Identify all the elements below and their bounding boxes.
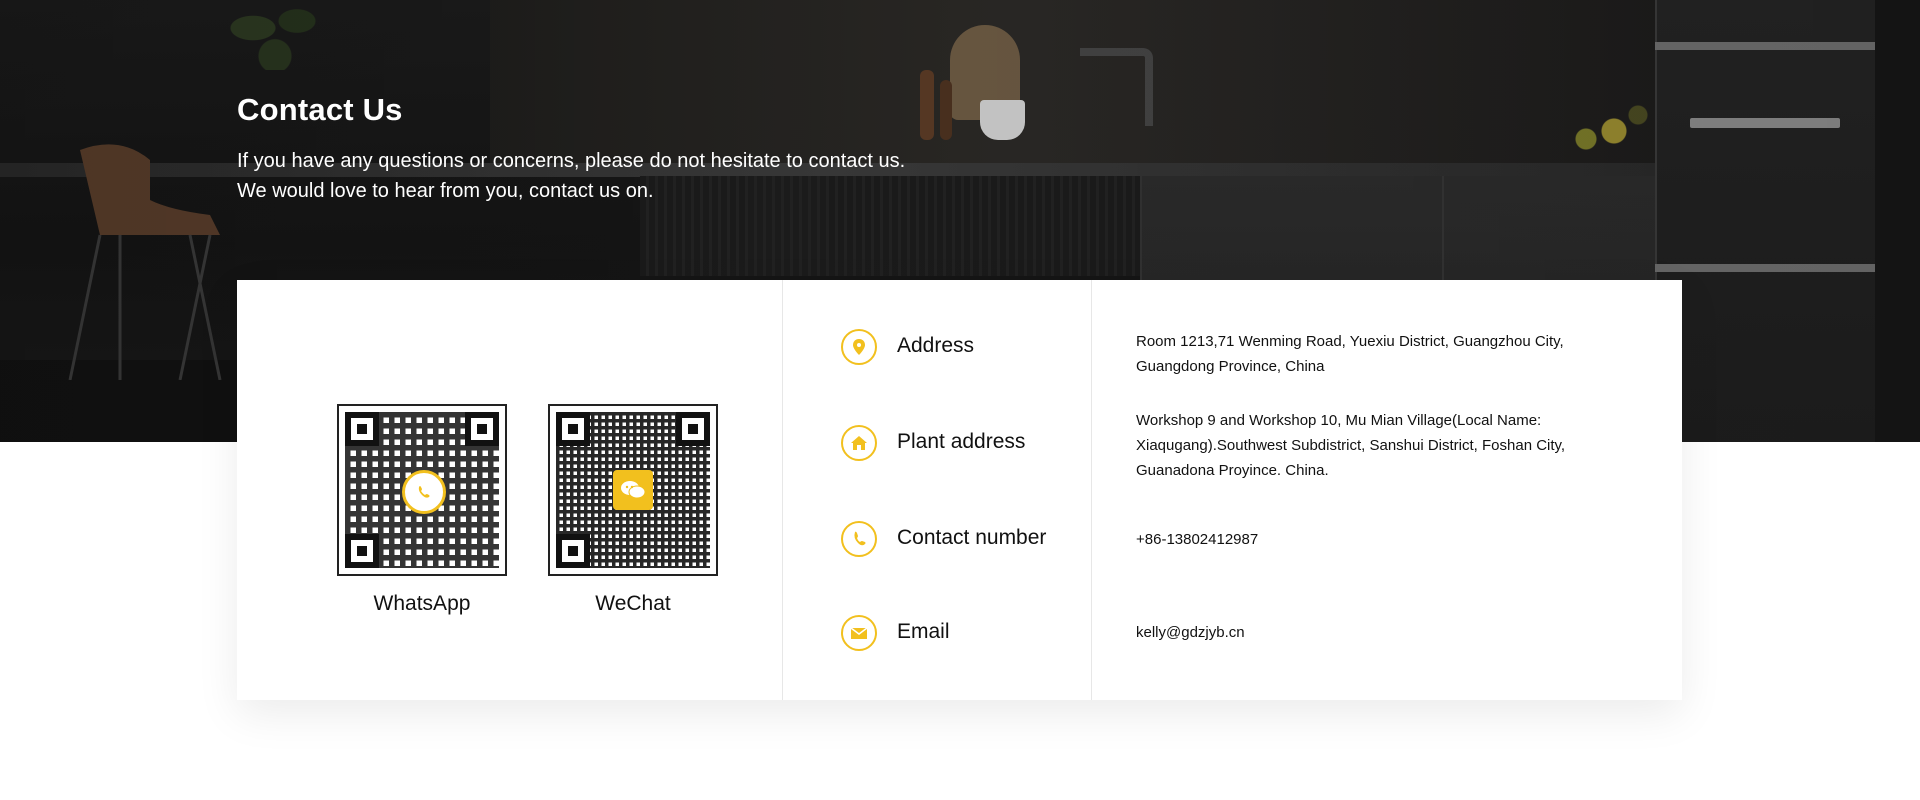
address-value: Room 1213,71 Wenming Road, Yuexiu Distri…: [1136, 333, 1564, 375]
plant-address-label: Plant address: [897, 430, 1026, 453]
qr-finder: [556, 534, 590, 568]
contact-number-label: Contact number: [897, 526, 1047, 549]
page-title: Contact Us: [237, 92, 403, 127]
phone-icon: [841, 521, 877, 557]
hero-subtitle-line-1: If you have any questions or concerns, p…: [237, 150, 906, 172]
location-pin-icon: [841, 329, 877, 365]
plant-address-value: Workshop 9 and Workshop 10, Mu Mian Vill…: [1136, 412, 1566, 479]
qr-finder: [345, 412, 379, 446]
whatsapp-qr-code: [337, 404, 507, 576]
wechat-qr: WeChat: [548, 404, 718, 616]
hero-text: Contact Us If you have any questions or …: [237, 92, 905, 206]
wechat-qr-code: [548, 404, 718, 576]
wechat-icon: [613, 470, 653, 510]
email-label: Email: [897, 620, 950, 643]
qr-finder: [345, 534, 379, 568]
wechat-label: WeChat: [595, 592, 671, 615]
qr-finder: [556, 412, 590, 446]
qr-code-section: WhatsApp WeChat: [237, 280, 783, 700]
qr-finder: [676, 412, 710, 446]
mail-icon: [841, 615, 877, 651]
whatsapp-icon: [402, 470, 446, 514]
qr-finder: [465, 412, 499, 446]
email-value[interactable]: kelly@gdzjyb.cn: [1136, 620, 1636, 645]
home-icon: [841, 425, 877, 461]
whatsapp-label: WhatsApp: [373, 592, 471, 615]
contact-number-value[interactable]: +86-13802412987: [1136, 527, 1636, 552]
whatsapp-qr: WhatsApp: [337, 404, 507, 616]
hero-subtitle-line-2: We would love to hear from you, contact …: [237, 180, 654, 202]
address-label: Address: [897, 334, 975, 357]
